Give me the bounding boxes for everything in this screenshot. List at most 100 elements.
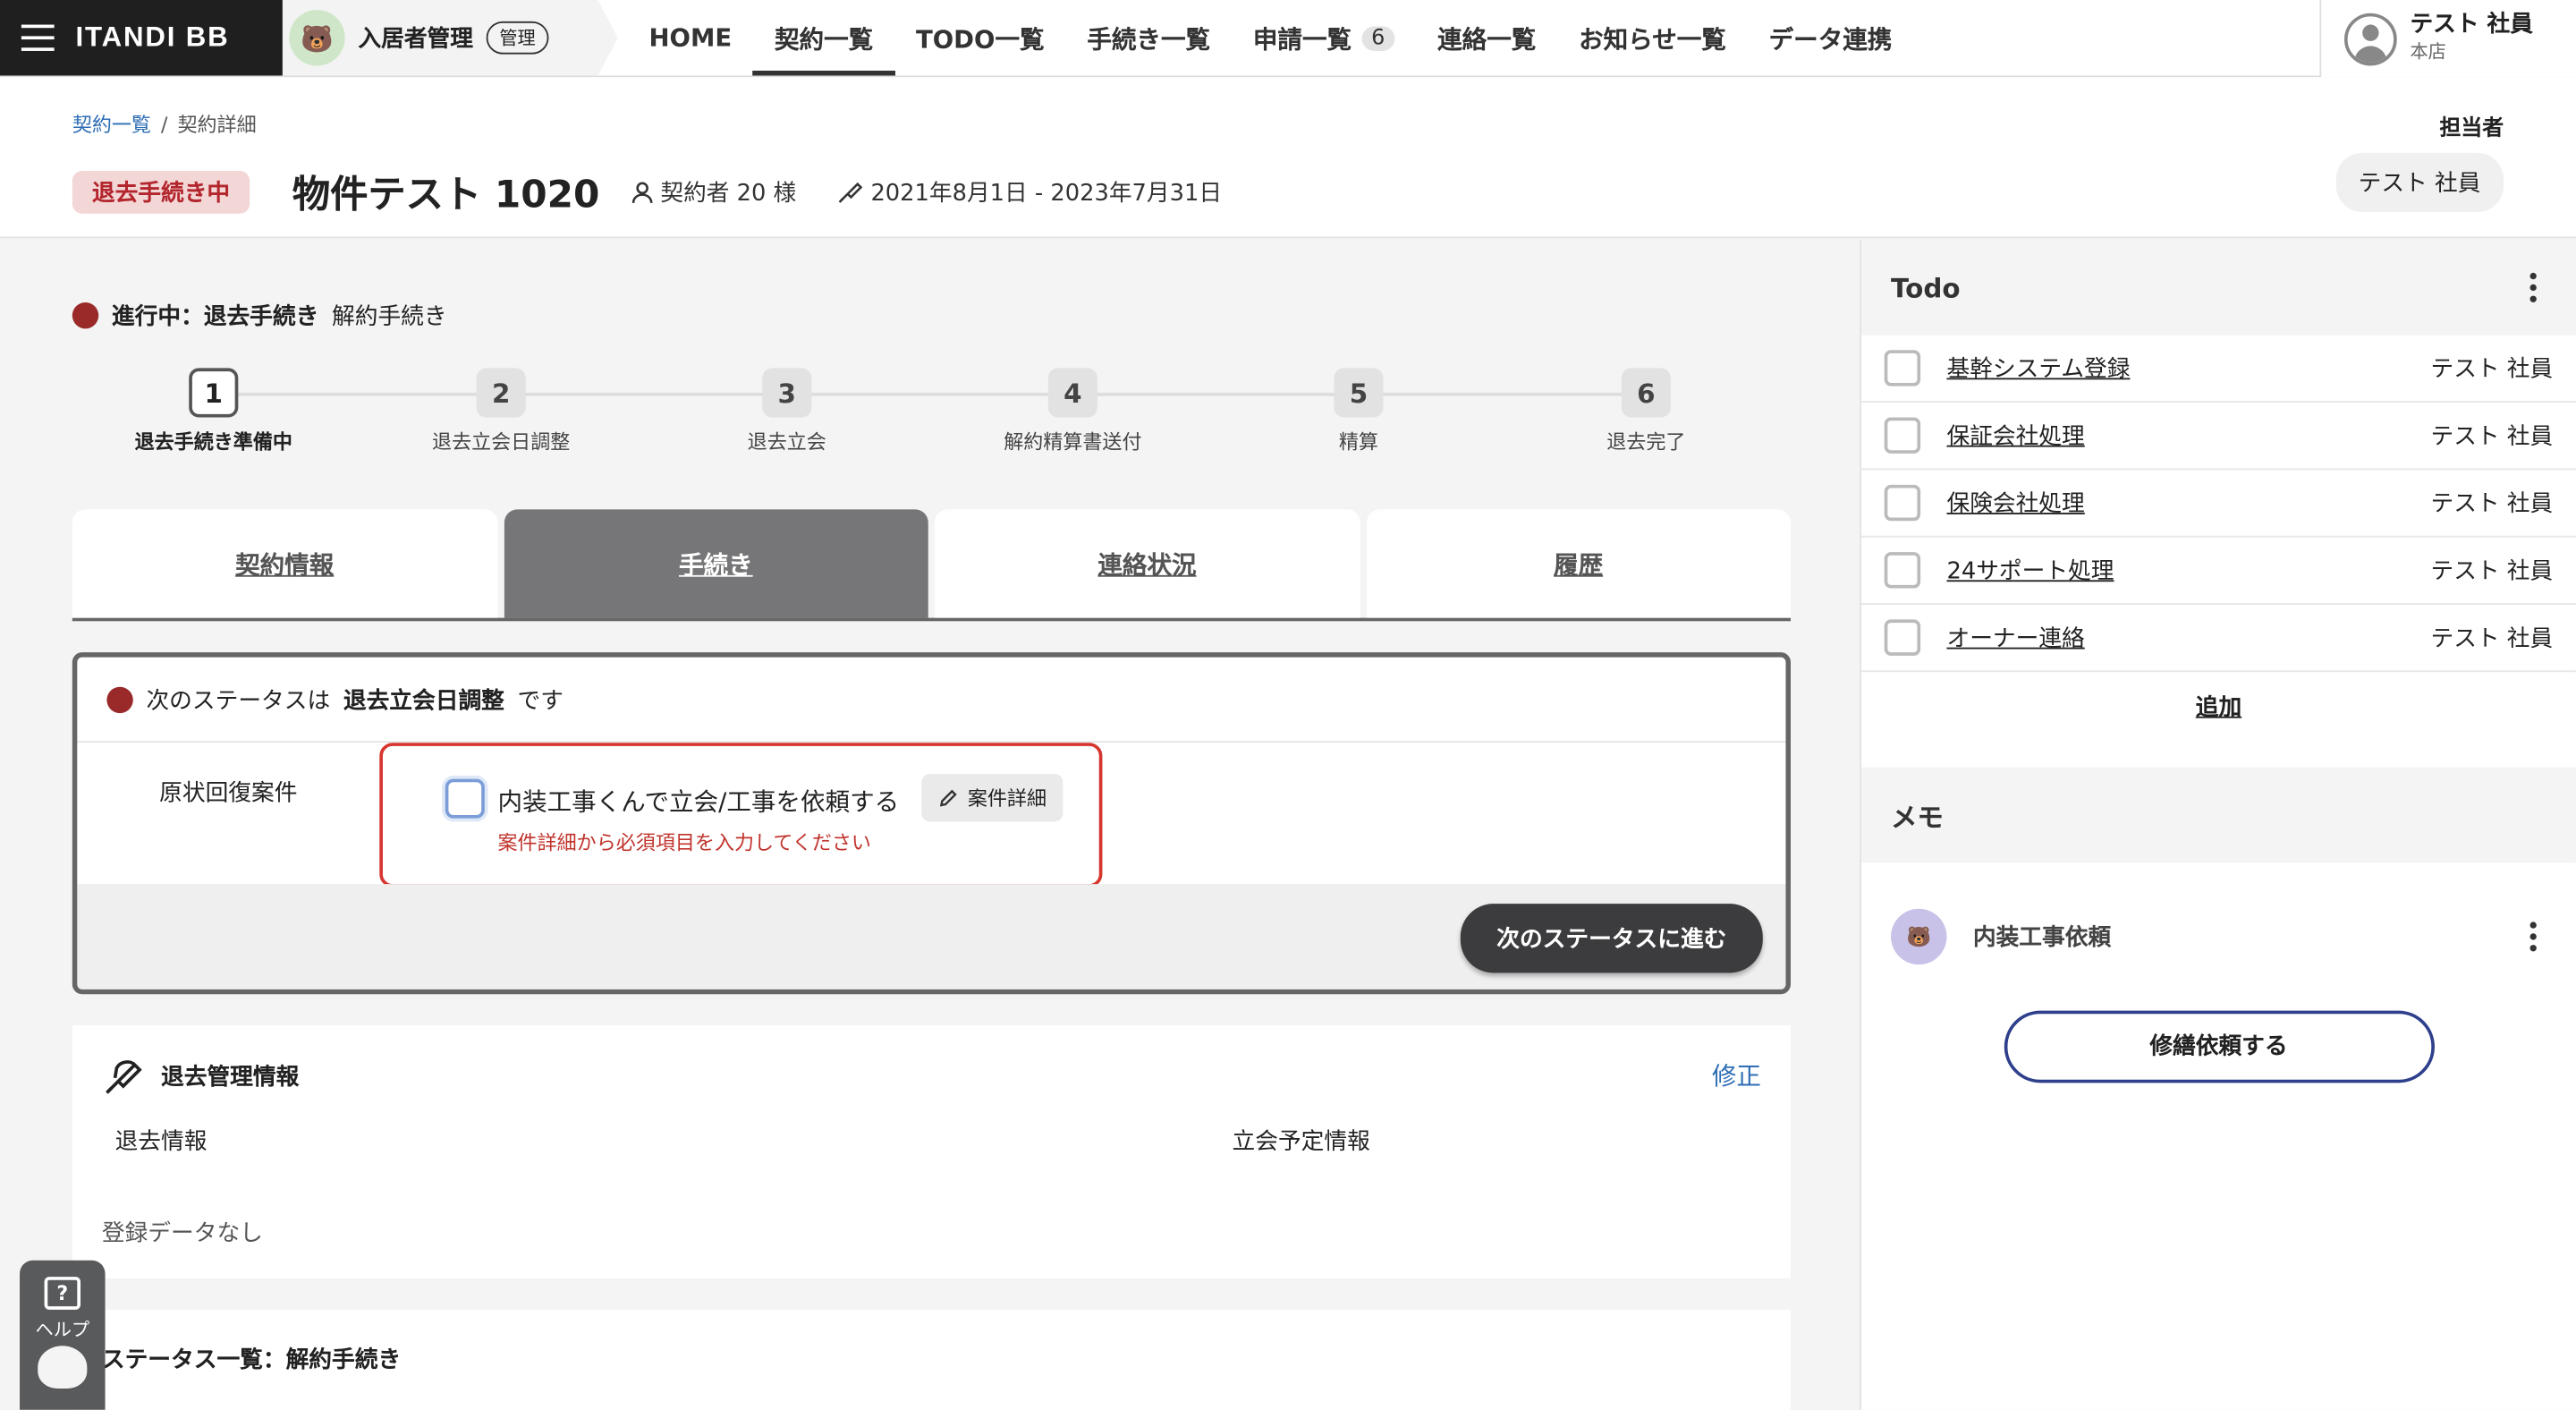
restoration-task-box: 内装工事くんで立会/工事を依頼する 案件詳細 案件詳細から必須項目を入力してくだ… (379, 743, 1103, 888)
menu-contracts[interactable]: 契約一覧 (753, 0, 895, 76)
user-avatar-icon (2343, 12, 2397, 65)
todo-add-link[interactable]: 追加 (1861, 672, 2576, 741)
step-2: 2 退去立会日調整 (386, 368, 616, 454)
case-detail-button[interactable]: 案件詳細 (921, 774, 1063, 822)
step-label: 退去立会 (747, 430, 826, 454)
menu-data-link[interactable]: データ連携 (1748, 0, 1914, 75)
bear-mascot-icon: 🐻 (289, 10, 345, 66)
top-nav: ITANDI BB 🐻 入居者管理 管理 HOME 契約一覧 TODO一覧 手続… (0, 0, 2576, 78)
validation-error: 案件詳細から必須項目を入力してください (497, 831, 871, 855)
breadcrumb-separator: / (161, 113, 168, 137)
memo-item-title: 内装工事依頼 (1972, 925, 2112, 952)
todo-name[interactable]: オーナー連絡 (1946, 621, 2084, 654)
todo-checkbox[interactable] (1884, 484, 1921, 522)
menu-label: HOME (648, 22, 733, 53)
brand-area: ITANDI BB (0, 0, 283, 76)
contract-period-info: 2021年8月1日 - 2023年7月31日 (838, 176, 1222, 209)
contractor-info: 契約者 20 様 (631, 176, 796, 209)
menu-label: 手続き一覧 (1087, 23, 1211, 54)
todo-header: Todo (1860, 240, 2576, 336)
bear-mascot-icon (38, 1346, 88, 1389)
applications-count-badge: 6 (1361, 25, 1395, 51)
todo-checkbox[interactable] (1884, 552, 1921, 589)
menu-home[interactable]: HOME (628, 0, 753, 75)
step-number: 3 (762, 368, 812, 418)
memo-item[interactable]: 🐻 内装工事依頼 (1861, 862, 2576, 1010)
todo-name[interactable]: 保険会社処理 (1946, 487, 2084, 520)
todo-owner: テスト 社員 (2430, 625, 2554, 653)
next-status-name: 退去立会日調整 (343, 687, 504, 715)
todo-checkbox[interactable] (1884, 619, 1921, 656)
question-icon: ? (44, 1277, 80, 1310)
tab-history[interactable]: 履歴 (1366, 509, 1792, 618)
page-title: 物件テスト 1020 (292, 174, 600, 217)
tab-procedures[interactable]: 手続き (503, 509, 928, 618)
step-6: 6 退去完了 (1531, 368, 1761, 454)
user-name: テスト 社員 (2410, 11, 2533, 38)
todo-checkbox[interactable] (1884, 350, 1921, 386)
todo-item: 24サポート処理 テスト 社員 (1860, 538, 2576, 605)
brand-logo: ITANDI BB (75, 21, 230, 53)
step-1: 1 退去手続き準備中 (98, 368, 328, 454)
user-branch: 本店 (2410, 41, 2446, 64)
todo-checkbox[interactable] (1884, 417, 1921, 454)
step-5: 5 精算 (1243, 368, 1473, 454)
repair-request-button[interactable]: 修繕依頼する (2003, 1010, 2435, 1083)
next-status-heading: 次のステータスは 退去立会日調整 です (77, 658, 1786, 743)
breadcrumb-contracts-link[interactable]: 契約一覧 (72, 114, 151, 137)
case-detail-label: 案件詳細 (967, 786, 1047, 811)
progress-stepper: 1 退去手続き準備中 2 退去立会日調整 3 退去立会 4 解約精算書送付 5 … (72, 368, 1791, 466)
progress-heading: 進行中：退去手続き 解約手続き (72, 299, 447, 332)
menu-label: 契約一覧 (774, 23, 874, 54)
menu-applications[interactable]: 申請一覧 6 (1232, 0, 1416, 75)
step-number: 5 (1334, 368, 1384, 418)
hamburger-menu-icon[interactable] (0, 24, 75, 51)
app-switcher[interactable]: 🐻 入居者管理 管理 (282, 0, 618, 76)
menu-procedures[interactable]: 手続き一覧 (1065, 0, 1232, 75)
step-label: 解約精算書送付 (1004, 430, 1142, 454)
help-button[interactable]: ? ヘルプ (20, 1260, 106, 1410)
menu-todo[interactable]: TODO一覧 (894, 0, 1065, 75)
todo-item: 基幹システム登録 テスト 社員 (1860, 336, 2576, 403)
tab-contact-status[interactable]: 連絡状況 (935, 509, 1360, 618)
move-out-management-card: 退去管理情報 修正 退去情報 立会予定情報 登録データなし (72, 1025, 1792, 1278)
pen-nib-icon (838, 182, 863, 203)
bear-mascot-icon: 🐻 (1891, 908, 1947, 965)
next-status-suffix: です (517, 687, 564, 715)
menu-notices[interactable]: お知らせ一覧 (1557, 0, 1748, 75)
menu-contacts[interactable]: 連絡一覧 (1416, 0, 1557, 75)
todo-name[interactable]: 保証会社処理 (1946, 419, 2084, 452)
step-number: 2 (476, 368, 526, 418)
app-badge: 管理 (486, 21, 549, 55)
inspection-schedule-label: 立会予定情報 (1232, 1128, 1370, 1156)
user-menu[interactable]: テスト 社員 本店 (2319, 0, 2576, 78)
status-list-title: ステータス一覧：解約手続き (101, 1347, 402, 1374)
assignee-chip[interactable]: テスト 社員 (2334, 152, 2504, 212)
next-status-button[interactable]: 次のステータスに進む (1460, 904, 1763, 973)
step-label: 精算 (1338, 430, 1378, 454)
todo-name[interactable]: 24サポート処理 (1946, 554, 2114, 587)
main-menu: HOME 契約一覧 TODO一覧 手続き一覧 申請一覧 6 連絡一覧 お知らせ一覧… (628, 0, 1914, 76)
restoration-task-checkbox[interactable] (445, 778, 485, 819)
edit-link[interactable]: 修正 (1712, 1058, 1761, 1093)
menu-label: 申請一覧 (1252, 23, 1352, 54)
todo-item: 保証会社処理 テスト 社員 (1860, 403, 2576, 471)
status-dot-icon (106, 685, 133, 713)
person-icon (631, 182, 653, 203)
todo-owner: テスト 社員 (2430, 423, 2554, 451)
no-data-text: 登録データなし (101, 1220, 263, 1248)
app-title: 入居者管理 (358, 26, 473, 53)
restoration-row: 原状回復案件 内装工事くんで立会/工事を依頼する 案件詳細 案件詳細から必須項目… (77, 743, 1786, 888)
status-list-card: ステータス一覧：解約手続き (72, 1309, 1792, 1410)
restoration-task-text: 内装工事くんで立会/工事を依頼する (497, 786, 900, 817)
tab-contract-info[interactable]: 契約情報 (72, 509, 497, 618)
todo-item: オーナー連絡 テスト 社員 (1860, 605, 2576, 673)
todo-name[interactable]: 基幹システム登録 (1946, 352, 2130, 385)
todo-more-icon[interactable] (2529, 272, 2537, 302)
todo-owner: テスト 社員 (2430, 491, 2554, 518)
memo-more-icon[interactable] (2529, 922, 2537, 952)
right-sidebar: Todo 基幹システム登録 テスト 社員 保証会社処理 テスト 社員 保険会社処… (1860, 240, 2576, 1410)
step-number: 4 (1047, 368, 1097, 418)
menu-label: 連絡一覧 (1437, 23, 1537, 54)
breadcrumb: 契約一覧 / 契約詳細 (72, 110, 257, 138)
